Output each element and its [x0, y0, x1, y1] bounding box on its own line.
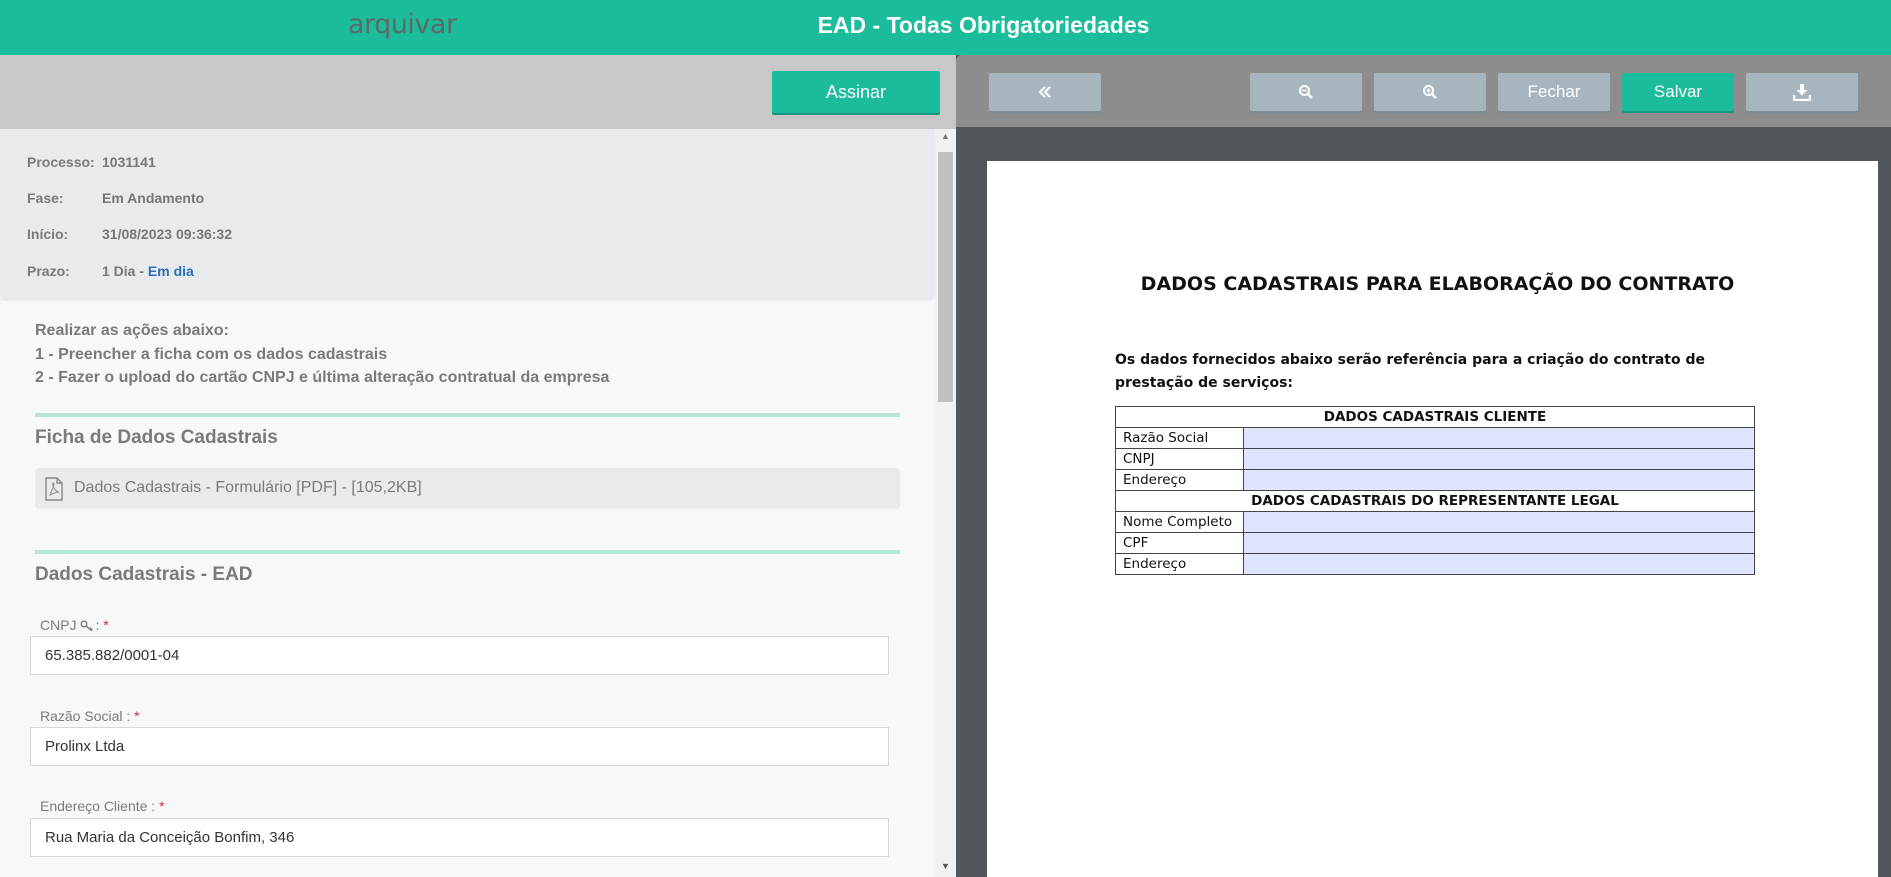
representative-section-header: DADOS CADASTRAIS DO REPRESENTANTE LEGAL	[1115, 490, 1755, 512]
phase-value: Em Andamento	[102, 190, 205, 206]
phase-row: Fase: Em Andamento	[27, 190, 204, 206]
deadline-label: Prazo:	[27, 263, 70, 279]
instructions: Realizar as ações abaixo: 1 - Preencher …	[35, 319, 609, 390]
full-name-form-field[interactable]	[1243, 511, 1755, 533]
row-label: CNPJ	[1115, 448, 1244, 470]
deadline-status: Em dia	[147, 263, 194, 279]
company-name-field[interactable]	[30, 727, 889, 766]
phase-label: Fase:	[27, 190, 64, 206]
ficha-section-title: Ficha de Dados Cadastrais	[35, 427, 278, 448]
cnpj-field[interactable]	[30, 636, 889, 675]
instruction-step-1: 1 - Preencher a ficha com os dados cadas…	[35, 345, 388, 363]
instruction-step-2: 2 - Fazer o upload do cartão CNPJ e últi…	[35, 369, 610, 386]
vertical-scrollbar[interactable]: ▲ ▼	[935, 129, 956, 877]
top-header: arquivar EAD - Todas Obrigatoriedades	[0, 0, 1891, 55]
sign-button[interactable]: Assinar	[772, 71, 940, 113]
process-info: Processo: 1031141 Fase: Em Andamento Iníci…	[0, 129, 935, 301]
table-row: Nome Completo	[1115, 511, 1755, 533]
table-row: DADOS CADASTRAIS CLIENTE	[1115, 406, 1755, 428]
start-row: Início: 31/08/2023 09:36:32	[27, 226, 232, 242]
client-address-label: Endereço Cliente : *	[40, 798, 165, 814]
page-title: EAD - Todas Obrigatoriedades	[817, 12, 1150, 38]
deadline-row: Prazo: 1 Dia - Em dia	[27, 263, 194, 279]
required-marker: *	[103, 617, 109, 633]
table-row: CNPJ	[1115, 448, 1755, 470]
table-row: Endereço	[1115, 469, 1755, 491]
registration-form-table: DADOS CADASTRAIS CLIENTE Razão Social CN…	[1115, 406, 1755, 575]
process-number-row: Processo: 1031141	[27, 154, 156, 170]
process-number-value: 1031141	[102, 154, 156, 170]
pdf-file-link[interactable]: Dados Cadastrais - Formulário [PDF] - [1…	[35, 468, 900, 509]
task-toolbar: Assinar	[0, 55, 956, 129]
download-button[interactable]	[1746, 73, 1858, 111]
row-label: Nome Completo	[1115, 511, 1244, 533]
table-row: Razão Social	[1115, 427, 1755, 449]
start-value: 31/08/2023 09:36:32	[102, 226, 232, 242]
process-number-label: Processo:	[27, 154, 95, 170]
client-address-field[interactable]	[30, 818, 889, 857]
client-section-header: DADOS CADASTRAIS CLIENTE	[1115, 406, 1755, 428]
zoom-out-button[interactable]	[1250, 73, 1362, 111]
table-row: Endereço	[1115, 553, 1755, 575]
cnpj-label: CNPJ : *	[40, 617, 109, 633]
back-button[interactable]	[989, 73, 1101, 111]
pdf-file-name[interactable]: Dados Cadastrais - Formulário [PDF] - [1…	[74, 479, 422, 497]
double-chevron-left-icon	[1038, 86, 1051, 98]
instructions-heading: Realizar as ações abaixo:	[35, 322, 229, 339]
cnpj-label-suffix: :	[95, 617, 100, 633]
cpf-form-field[interactable]	[1243, 532, 1755, 554]
document-viewer: Fechar Salvar DADOS CADASTRAIS PARA ELAB…	[956, 55, 1891, 877]
row-label: CPF	[1115, 532, 1244, 554]
close-button[interactable]: Fechar	[1498, 73, 1610, 111]
scroll-up-arrow-icon[interactable]: ▲	[935, 131, 956, 145]
zoom-in-button[interactable]	[1374, 73, 1486, 111]
company-name-label: Razão Social : *	[40, 708, 140, 724]
start-label: Início:	[27, 226, 69, 242]
document-title: DADOS CADASTRAIS PARA ELABORAÇÃO DO CONT…	[1140, 273, 1735, 295]
required-marker: *	[134, 708, 140, 724]
section-divider	[35, 550, 900, 554]
company-name-label-text: Razão Social :	[40, 708, 131, 724]
key-icon[interactable]	[80, 620, 95, 632]
client-address-label-text: Endereço Cliente :	[40, 798, 156, 814]
company-name-form-field[interactable]	[1243, 427, 1755, 449]
download-icon	[1793, 83, 1811, 101]
row-label: Endereço	[1115, 553, 1244, 575]
row-label: Razão Social	[1115, 427, 1244, 449]
zoom-in-icon	[1423, 85, 1437, 99]
required-marker: *	[159, 798, 165, 814]
deadline-value: 1 Dia -	[102, 263, 145, 279]
form-section-title: Dados Cadastrais - EAD	[35, 564, 253, 585]
pdf-page: DADOS CADASTRAIS PARA ELABORAÇÃO DO CONT…	[987, 161, 1878, 877]
row-label: Endereço	[1115, 469, 1244, 491]
section-divider	[35, 413, 900, 417]
table-row: CPF	[1115, 532, 1755, 554]
scroll-down-arrow-icon[interactable]: ▼	[935, 861, 956, 875]
pdf-file-icon	[45, 477, 63, 501]
cnpj-form-field[interactable]	[1243, 448, 1755, 470]
document-intro: Os dados fornecidos abaixo serão referên…	[1115, 352, 1705, 391]
scrollbar-thumb[interactable]	[938, 152, 953, 402]
table-row: DADOS CADASTRAIS DO REPRESENTANTE LEGAL	[1115, 490, 1755, 512]
task-panel: Assinar Processo: 1031141 Fase: Em Andamen…	[0, 55, 956, 877]
save-button[interactable]: Salvar	[1622, 73, 1734, 111]
client-address-form-field[interactable]	[1243, 469, 1755, 491]
representative-address-form-field[interactable]	[1243, 553, 1755, 575]
zoom-out-icon	[1299, 85, 1313, 99]
viewer-toolbar: Fechar Salvar	[956, 55, 1891, 127]
cnpj-label-text: CNPJ	[40, 617, 77, 633]
task-content: Processo: 1031141 Fase: Em Andamento Iníci…	[0, 129, 956, 877]
